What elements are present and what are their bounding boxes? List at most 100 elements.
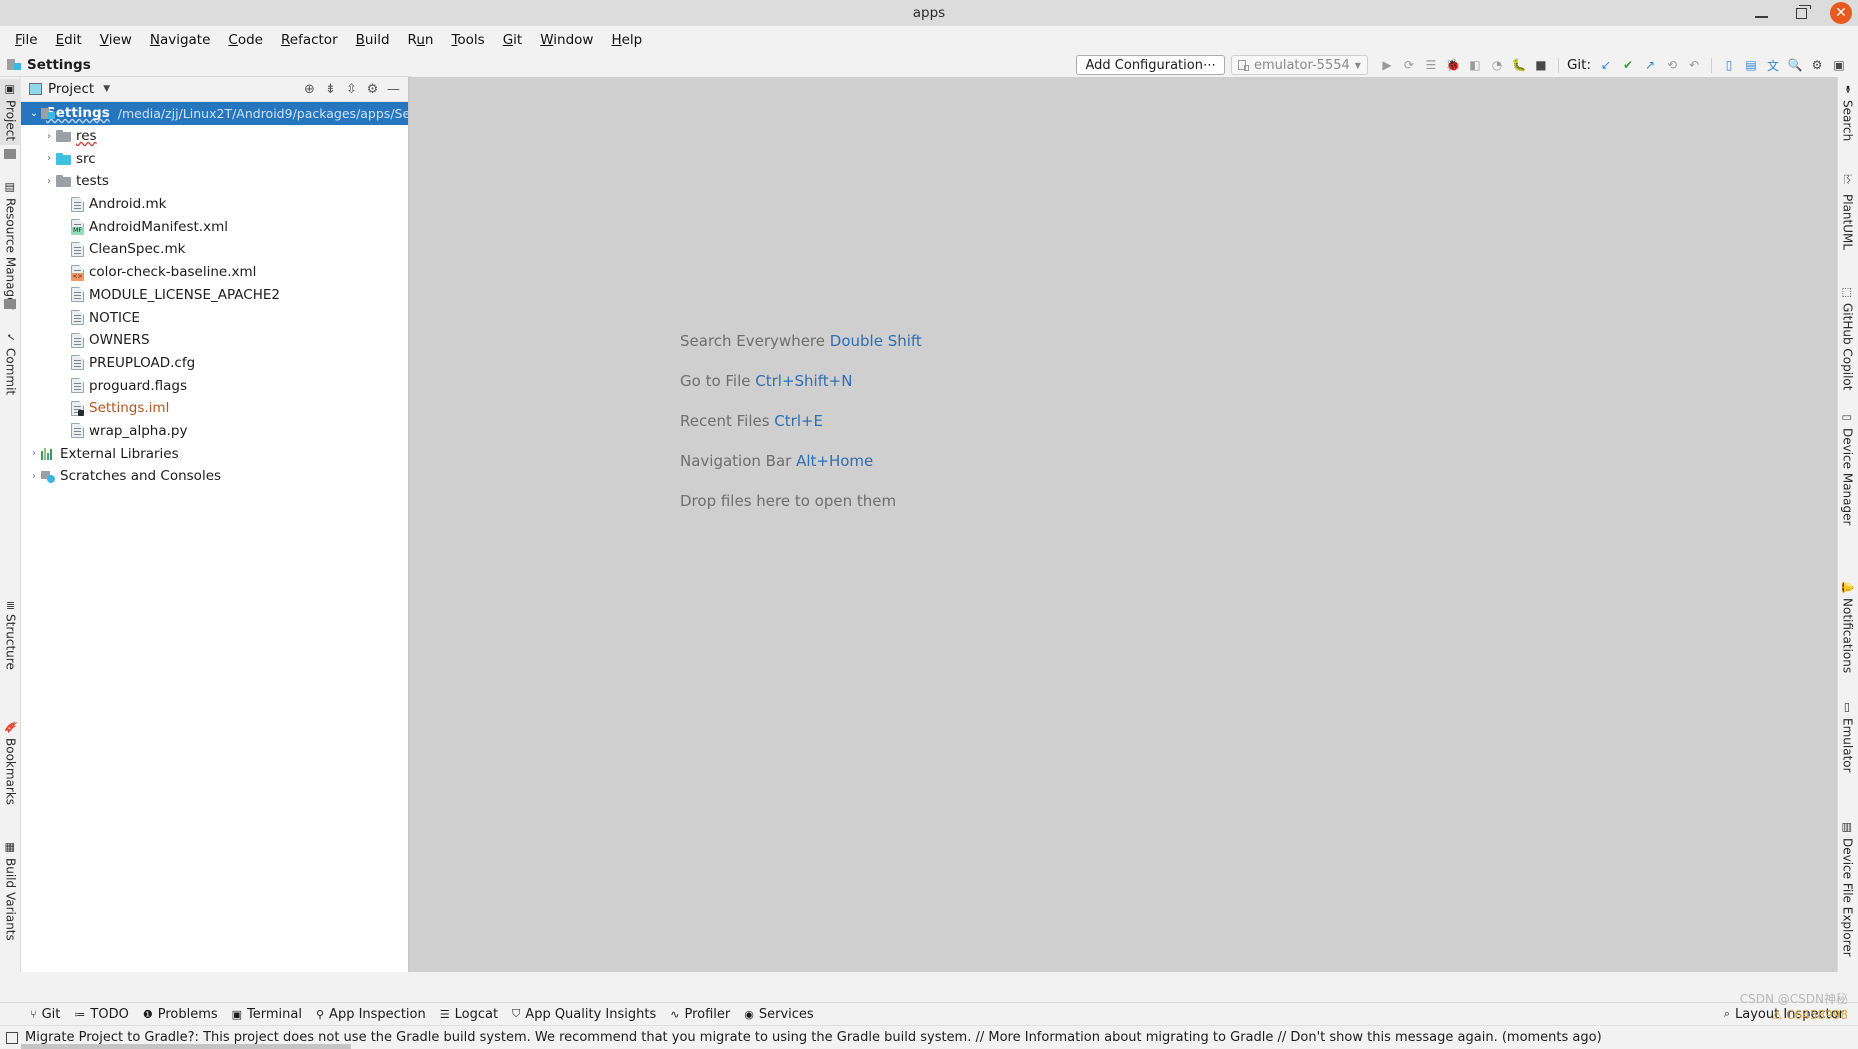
right-tool-search[interactable]: ✒ Search <box>1837 79 1858 145</box>
bottom-tab-services[interactable]: ◉ Services <box>742 1007 825 1022</box>
left-tool-structure[interactable]: ≣ Structure <box>0 597 21 674</box>
close-button[interactable]: ✕ <box>1830 2 1852 24</box>
tree-row[interactable]: CleanSpec.mk <box>21 238 408 261</box>
tree-arrow-collapsed[interactable]: › <box>42 176 56 187</box>
tree-arrow-expanded[interactable]: ⌄ <box>27 108 41 119</box>
tree-arrow-collapsed[interactable]: › <box>42 153 56 164</box>
menu-item-navigate[interactable]: Navigate <box>141 29 220 51</box>
bottom-tab-logcat[interactable]: ☰ Logcat <box>438 1007 510 1022</box>
push-button[interactable]: ↗ <box>1639 54 1661 76</box>
bottom-tab-todo[interactable]: ≔ TODO <box>72 1007 140 1022</box>
update-project-button[interactable]: ↙ <box>1595 54 1617 76</box>
minimize-button[interactable] <box>1750 2 1772 24</box>
tree-item-label: src <box>76 150 96 167</box>
status-message[interactable]: Migrate Project to Gradle?: This project… <box>25 1030 1602 1045</box>
tree-row[interactable]: › tests <box>21 170 408 193</box>
gear-icon[interactable]: ⚙ <box>362 79 383 100</box>
sdk-manager-button[interactable]: ▤ <box>1740 54 1762 76</box>
tree-row[interactable]: › src <box>21 147 408 170</box>
tree-item-label: MODULE_LICENSE_APACHE2 <box>89 286 280 303</box>
bottom-tab-profiler[interactable]: ∿ Profiler <box>668 1007 742 1022</box>
tree-row[interactable]: OWNERS <box>21 329 408 352</box>
hide-icon[interactable]: — <box>383 79 404 100</box>
event-log-icon[interactable] <box>6 1031 18 1044</box>
stop-button[interactable]: ■ <box>1530 54 1552 76</box>
history-button[interactable]: ⟲ <box>1661 54 1683 76</box>
tree-row[interactable]: MODULE_LICENSE_APACHE2 <box>21 284 408 307</box>
search-button[interactable]: 🔍 <box>1784 54 1806 76</box>
profile-button[interactable]: ◔ <box>1486 54 1508 76</box>
scroll-from-source-icon[interactable]: ⊕ <box>299 79 320 100</box>
menu-item-git[interactable]: Git <box>494 29 532 51</box>
left-tool-resource-manager[interactable]: ▥ Resource Manager <box>0 177 21 313</box>
settings-button[interactable]: ⚙ <box>1806 54 1828 76</box>
expand-all-icon[interactable]: ⇳ <box>341 79 362 100</box>
menu-item-edit[interactable]: Edit <box>47 29 91 51</box>
bottom-tab-app-inspection[interactable]: ⚲ App Inspection <box>314 1007 438 1022</box>
structure-icon: ≣ <box>5 599 16 613</box>
right-tool-notifications[interactable]: 🔔 Notifications <box>1837 577 1858 678</box>
menu-item-window[interactable]: Window <box>531 29 602 51</box>
tree-arrow-collapsed[interactable]: › <box>42 131 56 142</box>
tree-row[interactable]: proguard.flags <box>21 374 408 397</box>
tree-arrow-collapsed[interactable]: › <box>27 448 41 459</box>
tree-row[interactable]: › res <box>21 125 408 148</box>
tree-row[interactable]: PREUPLOAD.cfg <box>21 352 408 375</box>
tree-row[interactable]: › External Libraries <box>21 442 408 465</box>
attach-debugger-button[interactable]: ◧ <box>1464 54 1486 76</box>
right-tool-github-copilot[interactable]: ⬚ GitHub Copilot <box>1837 282 1858 394</box>
left-tool-label: Bookmarks <box>3 738 18 806</box>
tree-row[interactable]: › Scratches and Consoles <box>21 465 408 488</box>
avd-manager-button[interactable]: ▯ <box>1718 54 1740 76</box>
left-tool-commit[interactable]: ✓ Commit <box>0 327 21 399</box>
menu-item-code[interactable]: Code <box>219 29 272 51</box>
run-button[interactable]: ▶ <box>1376 54 1398 76</box>
tree-row[interactable]: <> color-check-baseline.xml <box>21 261 408 284</box>
right-tool-device-manager[interactable]: ▯ Device Manager <box>1837 407 1858 529</box>
right-tool-emulator[interactable]: ▭ Emulator <box>1837 697 1858 777</box>
logcat-button[interactable]: ☰ <box>1420 54 1442 76</box>
apply-changes-button[interactable]: ⟳ <box>1398 54 1420 76</box>
menu-item-view[interactable]: View <box>91 29 141 51</box>
translate-button[interactable]: 文 <box>1762 54 1784 76</box>
chevron-down-icon[interactable]: ▼ <box>103 84 110 94</box>
maximize-button[interactable] <box>1790 2 1812 24</box>
bottom-tab-label: App Inspection <box>329 1006 426 1022</box>
menu-item-run[interactable]: Run <box>399 29 443 51</box>
menu-item-file[interactable]: File <box>6 29 47 51</box>
tree-row[interactable]: ⌄ Settings/media/zjj/Linux2T/Android9/pac… <box>21 102 408 125</box>
collapse-all-icon[interactable]: ⇟ <box>320 79 341 100</box>
tree-row[interactable]: MF AndroidManifest.xml <box>21 215 408 238</box>
project-horizontal-scrollbar[interactable] <box>21 1044 409 1049</box>
tree-item-label: proguard.flags <box>89 377 188 394</box>
bottom-tab-terminal[interactable]: ▣ Terminal <box>230 1007 314 1022</box>
left-tool-bookmarks[interactable]: 🔖 Bookmarks <box>0 717 21 809</box>
left-tool-project[interactable]: ▣ Project <box>0 79 21 146</box>
tree-row[interactable]: Settings.iml <box>21 397 408 420</box>
tree-row[interactable]: Android.mk <box>21 193 408 216</box>
tree-row[interactable]: wrap_alpha.py <box>21 420 408 443</box>
right-tool-plantuml[interactable]: 🗠 PlantUML <box>1837 167 1858 254</box>
menu-item-refactor[interactable]: Refactor <box>272 29 347 51</box>
menu-item-tools[interactable]: Tools <box>442 29 493 51</box>
add-configuration-button[interactable]: Add Configuration⋯ <box>1076 55 1225 75</box>
right-tool-device-file-explorer[interactable]: ▤ Device File Explorer <box>1837 817 1858 961</box>
left-tool-build-variants[interactable]: ▦ Build Variants <box>0 837 21 945</box>
bottom-tab-problems[interactable]: ❶ Problems <box>141 1007 230 1022</box>
rollback-button[interactable]: ↶ <box>1683 54 1705 76</box>
tree-row[interactable]: NOTICE <box>21 306 408 329</box>
commit-icon: ✓ <box>4 331 17 344</box>
breadcrumb-module[interactable]: Settings <box>27 57 91 73</box>
file-manifest-icon: MF <box>71 219 84 236</box>
bottom-tab-app-quality-insights[interactable]: ⛉ App Quality Insights <box>510 1007 668 1022</box>
tree-item-label: CleanSpec.mk <box>89 241 186 258</box>
menu-item-help[interactable]: Help <box>602 29 651 51</box>
device-selector[interactable]: emulator-5554 ▼ <box>1230 55 1368 75</box>
commit-button[interactable]: ✔ <box>1617 54 1639 76</box>
layout-button[interactable]: ▣ <box>1828 54 1850 76</box>
tree-arrow-collapsed[interactable]: › <box>27 471 41 482</box>
menu-item-build[interactable]: Build <box>347 29 399 51</box>
sync-gradle-button[interactable]: 🐛 <box>1508 54 1530 76</box>
bottom-tab-git[interactable]: ⑂ Git <box>28 1007 72 1022</box>
debug-button[interactable]: 🐞 <box>1442 54 1464 76</box>
